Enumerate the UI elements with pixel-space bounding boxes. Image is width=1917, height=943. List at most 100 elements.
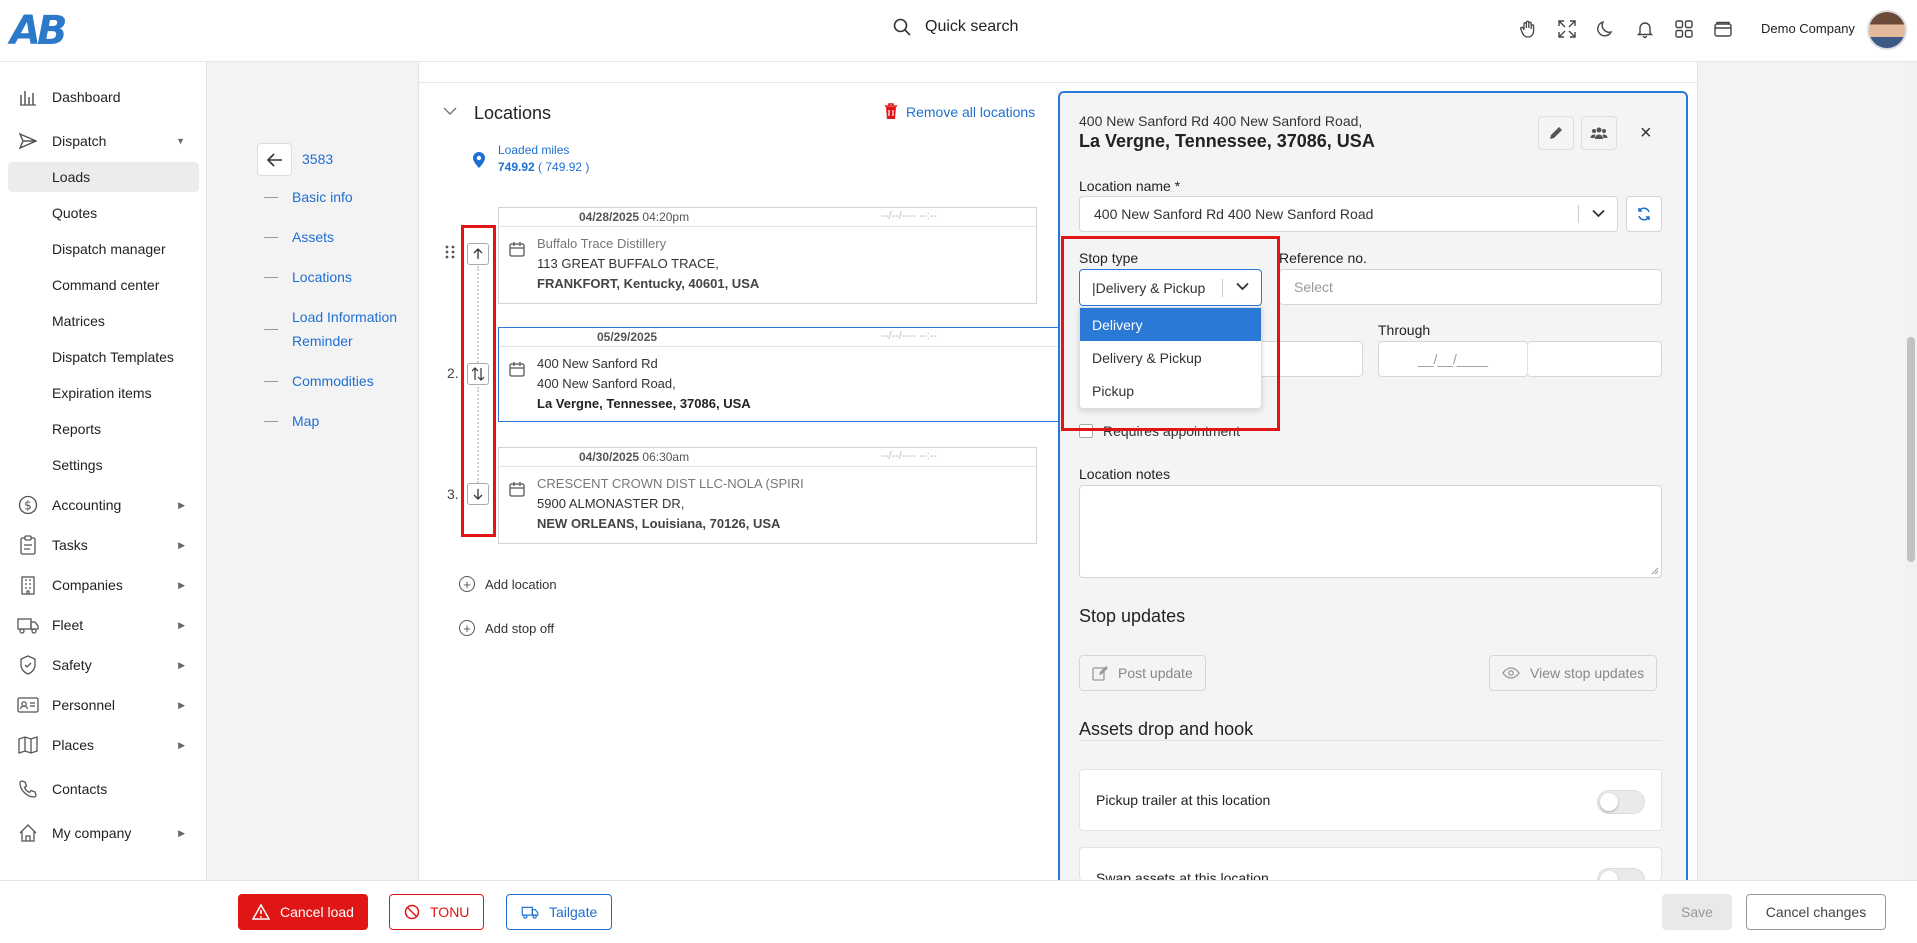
section-link-commodities[interactable]: Commodities [292,369,374,393]
sidebar-item-places[interactable]: Places ▶ [0,730,207,760]
sidebar-item-personnel[interactable]: Personnel ▶ [0,690,207,720]
chevron-down-icon[interactable] [443,106,457,116]
remove-all-locations-link[interactable]: Remove all locations [884,103,1035,120]
location-name-select[interactable]: 400 New Sanford Rd 400 New Sanford Road [1079,196,1618,232]
through-time-field[interactable] [1527,341,1662,377]
refresh-button[interactable] [1626,196,1662,232]
tailgate-button[interactable]: Tailgate [506,894,613,930]
tailgate-label: Tailgate [549,904,598,920]
load-number: 3583 [302,151,334,167]
view-stop-updates-button[interactable]: View stop updates [1489,655,1658,691]
swap-assets-toggle[interactable] [1597,868,1645,880]
warning-icon [252,904,270,920]
section-link-reminder[interactable]: Reminder [292,329,353,353]
resize-handle-icon[interactable] [1651,567,1659,575]
sidebar-item-tasks[interactable]: Tasks ▶ [0,530,207,560]
moon-icon[interactable] [1595,18,1617,40]
sidebar-sub-reports[interactable]: Reports [52,421,101,437]
sidebar-sub-dispatch-templates[interactable]: Dispatch Templates [52,349,174,365]
sidebar-sub-command-center[interactable]: Command center [52,277,159,293]
page-scrollbar[interactable] [1905,62,1917,880]
avatar[interactable] [1867,10,1907,50]
sidebar-sub-quotes[interactable]: Quotes [52,205,97,221]
through-date-field[interactable]: __/__/____ [1378,341,1528,377]
stop-street: 113 GREAT BUFFALO TRACE, [537,256,719,271]
sidebar-item-dispatch[interactable]: Dispatch ▼ [0,126,207,156]
stop-name: 400 New Sanford Rd [537,356,658,371]
company-name[interactable]: Demo Company [1761,21,1855,36]
stop-number: 2. [447,365,459,381]
quick-search[interactable]: Quick search [893,18,1018,36]
sidebar-item-contacts[interactable]: Contacts [0,774,207,804]
send-icon [17,130,39,152]
sidebar-item-fleet[interactable]: Fleet ▶ [0,610,207,640]
bell-icon[interactable] [1634,18,1656,40]
phone-icon [17,778,39,800]
sidebar-sub-dispatch-manager[interactable]: Dispatch manager [52,241,166,257]
reference-no-label: Reference no. [1279,250,1367,266]
refresh-icon [1636,206,1652,222]
hand-icon[interactable] [1517,18,1539,40]
cancel-load-button[interactable]: Cancel load [238,894,368,930]
pickup-trailer-row: Pickup trailer at this location [1079,769,1662,831]
divider [1079,740,1662,741]
chevron-down-icon [1592,209,1605,218]
section-link-locations[interactable]: Locations [292,265,352,289]
sidebar-sub-matrices[interactable]: Matrices [52,313,105,329]
section-link-map[interactable]: Map [292,409,319,433]
location-notes-textarea[interactable] [1079,485,1662,578]
fullscreen-icon[interactable] [1556,18,1578,40]
stop-date: 04/28/2025 [579,210,640,224]
shield-icon [17,654,39,676]
stop-city: NEW ORLEANS, Louisiana, 70126, USA [537,516,781,531]
post-update-button[interactable]: Post update [1079,655,1206,691]
sidebar-item-my-company[interactable]: My company ▶ [0,818,207,848]
sidebar-item-accounting[interactable]: $ Accounting ▶ [0,490,207,520]
add-location-button[interactable]: + Add location [459,576,557,592]
app-logo[interactable]: AB [10,8,67,54]
contacts-button[interactable] [1581,116,1617,150]
sidebar-item-label: Contacts [52,781,108,797]
section-link-assets[interactable]: Assets [292,225,334,249]
cancel-changes-button[interactable]: Cancel changes [1746,894,1886,930]
stop-card-3[interactable]: 04/30/2025 06:30am --/--/---- --:-- CRES… [498,447,1037,544]
save-button[interactable]: Save [1662,894,1732,930]
section-link-basic-info[interactable]: Basic info [292,185,353,209]
trash-icon [884,103,898,120]
sidebar-item-label: Fleet [52,617,84,633]
sidebar-sub-loads[interactable]: Loads [52,169,90,185]
divider [418,82,1698,83]
scrollbar-thumb[interactable] [1907,337,1915,562]
map-icon [17,734,39,756]
quick-search-label: Quick search [925,18,1019,35]
edit-button[interactable] [1538,116,1574,150]
sidebar-sub-settings[interactable]: Settings [52,457,103,473]
sidebar-item-label: Tasks [52,537,88,553]
stop-name: CRESCENT CROWN DIST LLC-NOLA (SPIRI [537,476,804,491]
sidebar-item-label: Dispatch [52,133,107,149]
sidebar-sub-expiration-items[interactable]: Expiration items [52,385,152,401]
stop-number: 3. [447,486,459,502]
section-link-load-information[interactable]: Load Information [292,305,397,329]
reference-no-select[interactable]: Select [1279,269,1662,305]
sidebar-item-companies[interactable]: Companies ▶ [0,570,207,600]
tonu-button[interactable]: TONU [389,894,485,930]
sidebar-item-safety[interactable]: Safety ▶ [0,650,207,680]
back-button[interactable] [257,143,292,176]
add-stop-off-button[interactable]: + Add stop off [459,620,554,636]
pickup-trailer-toggle[interactable] [1597,790,1645,814]
stop-card-1[interactable]: 04/28/2025 04:20pm --/--/---- --:-- Buff… [498,207,1037,304]
view-stop-updates-label: View stop updates [1530,665,1645,681]
caret-right-icon: ▶ [178,827,185,838]
wallet-icon[interactable] [1712,18,1734,40]
sidebar-item-dashboard[interactable]: Dashboard [0,82,207,112]
highlight-box [1061,236,1280,431]
apps-grid-icon[interactable] [1673,18,1695,40]
sidebar-active-highlight [8,162,199,192]
sidebar-item-label: Personnel [52,697,116,713]
drag-handle-icon[interactable] [444,244,456,260]
close-icon[interactable]: × [1640,122,1652,145]
location-notes-label: Location notes [1079,466,1171,482]
stop-card-2[interactable]: 05/29/2025 --/--/---- --:-- 400 New Sanf… [498,327,1060,422]
loaded-miles-value: 749.92 [498,160,535,174]
